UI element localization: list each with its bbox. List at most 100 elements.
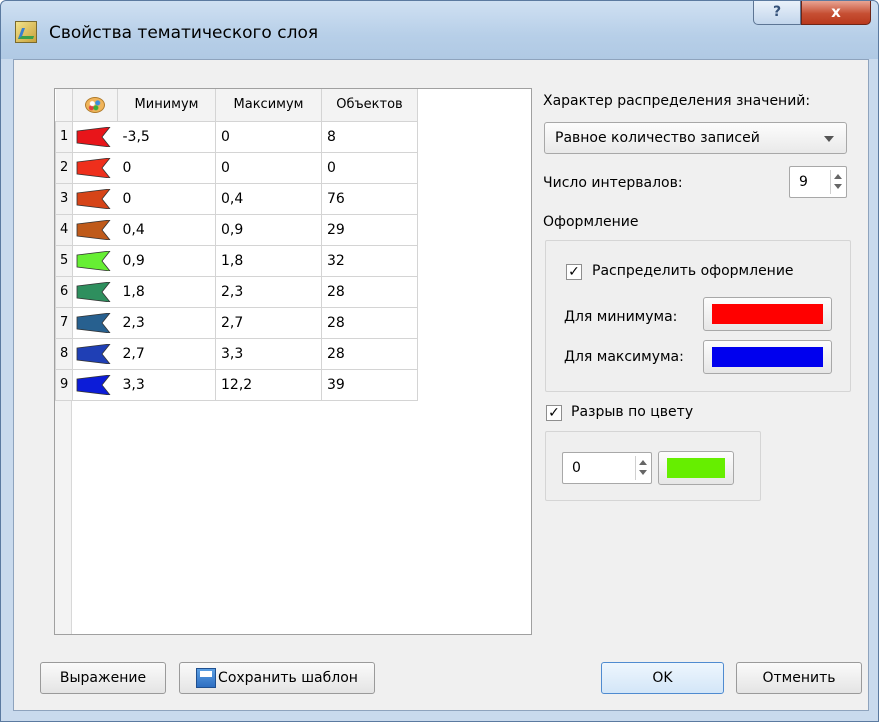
count-cell: 29 [321,213,418,246]
row-number: 9 [55,368,73,401]
distribution-label: Характер распределения значений: [543,93,811,109]
style-swatch[interactable] [72,368,118,401]
table-row[interactable]: 1 -3,5 0 8 [55,120,418,153]
color-break-group: 0 [545,431,761,501]
table-row[interactable]: 2000 [55,151,418,184]
max-cell[interactable]: 1,8 [215,244,322,277]
close-button[interactable]: x [801,1,871,25]
style-swatch[interactable] [72,275,118,308]
ok-button[interactable]: OK [601,662,724,694]
max-color-label: Для максимума: [564,349,684,365]
column-header-style[interactable] [72,89,118,122]
table-row[interactable]: 4 0,4 0,9 29 [55,213,418,246]
spin-up-icon[interactable] [834,174,842,179]
cancel-button[interactable]: Отменить [736,662,862,694]
dialog-window: Свойства тематического слоя ? x Минимум … [0,0,879,722]
style-swatch[interactable] [72,306,118,339]
style-swatch[interactable] [72,182,118,215]
style-swatch[interactable] [72,337,118,370]
dialog-body: Минимум Максимум Объектов 1 -3,5 0 8 2 0 0 0 3 0 0… [13,59,869,711]
style-swatch[interactable] [72,213,118,246]
max-cell[interactable]: 0,9 [215,213,322,246]
table-row[interactable]: 5 0,9 1,8 32 [55,244,418,277]
spin-buttons[interactable] [635,456,649,480]
row-number: 4 [55,213,73,246]
intervals-spinbox[interactable]: 9 [789,166,847,198]
color-break-checkbox[interactable]: ✓ [546,405,562,421]
min-cell[interactable]: 0 [117,151,216,184]
min-cell[interactable]: 2,7 [117,337,216,370]
count-cell: 28 [321,337,418,370]
min-cell[interactable]: 0,9 [117,244,216,277]
table-row[interactable]: 7 2,3 2,7 28 [55,306,418,339]
min-cell[interactable]: 2,3 [117,306,216,339]
style-swatch[interactable] [72,120,118,153]
table-row[interactable]: 6 1,8 2,3 28 [55,275,418,308]
spin-down-icon[interactable] [639,470,647,475]
style-swatch-icon [76,343,111,364]
distribution-selected: Равное количество записей [555,130,760,146]
style-swatch-icon [76,312,111,333]
spin-up-icon[interactable] [639,460,647,465]
table-row[interactable]: 9 3,3 12,2 39 [55,368,418,401]
count-cell: 28 [321,306,418,339]
save-icon [196,668,217,688]
max-color-button[interactable] [703,340,832,374]
table-row[interactable]: 8 2,7 3,3 28 [55,337,418,370]
style-swatch-icon [76,281,111,302]
max-cell[interactable]: 2,7 [215,306,322,339]
max-cell[interactable]: 2,3 [215,275,322,308]
color-break-value: 0 [572,460,581,476]
style-swatch-icon [76,157,111,178]
max-cell[interactable]: 0 [215,120,322,153]
style-swatch-icon [76,250,111,271]
window-title: Свойства тематического слоя [49,23,319,43]
color-break-label: Разрыв по цвету [571,404,694,420]
count-cell: 32 [321,244,418,277]
row-number: 7 [55,306,73,339]
design-label: Оформление [543,214,639,230]
min-color-label: Для минимума: [564,309,678,325]
color-break-spinbox[interactable]: 0 [562,452,652,484]
distribute-checkbox[interactable]: ✓ [566,264,582,280]
layer-icon [15,21,37,43]
save-template-button[interactable]: Сохранить шаблон [179,662,375,694]
style-swatch[interactable] [72,244,118,277]
title-bar[interactable]: Свойства тематического слоя ? x [1,1,878,59]
ranges-grid[interactable]: Минимум Максимум Объектов 1 -3,5 0 8 2 0 0 0 3 0 0… [55,89,418,401]
column-header-min[interactable]: Минимум [117,89,216,122]
spin-down-icon[interactable] [834,184,842,189]
max-cell[interactable]: 3,3 [215,337,322,370]
save-template-label: Сохранить шаблон [218,670,358,686]
count-cell: 8 [321,120,418,153]
spin-buttons[interactable] [830,170,844,194]
min-cell[interactable]: 3,3 [117,368,216,401]
min-cell[interactable]: 0 [117,182,216,215]
min-cell[interactable]: -3,5 [117,120,216,153]
help-button[interactable]: ? [753,1,801,25]
table-row[interactable]: 3 0 0,4 76 [55,182,418,215]
max-color-swatch [712,347,823,367]
ranges-table[interactable]: Минимум Максимум Объектов 1 -3,5 0 8 2 0 0 0 3 0 0… [54,88,532,635]
min-cell[interactable]: 1,8 [117,275,216,308]
row-number: 6 [55,275,73,308]
min-cell[interactable]: 0,4 [117,213,216,246]
style-swatch[interactable] [72,151,118,184]
break-color-button[interactable] [658,451,734,485]
max-cell[interactable]: 0,4 [215,182,322,215]
design-group: ✓ Распределить оформление Для минимума: … [545,240,851,392]
expression-button[interactable]: Выражение [40,662,166,694]
intervals-value: 9 [799,174,808,190]
column-header-count[interactable]: Объектов [321,89,418,122]
count-cell: 76 [321,182,418,215]
distribute-label: Распределить оформление [592,263,794,279]
count-cell: 39 [321,368,418,401]
column-header-max[interactable]: Максимум [215,89,322,122]
max-cell[interactable]: 12,2 [215,368,322,401]
corner-header [55,89,73,122]
max-cell[interactable]: 0 [215,151,322,184]
intervals-label: Число интервалов: [543,175,683,191]
style-swatch-icon [76,126,111,147]
min-color-button[interactable] [703,297,832,331]
distribution-select[interactable]: Равное количество записей [544,122,847,154]
